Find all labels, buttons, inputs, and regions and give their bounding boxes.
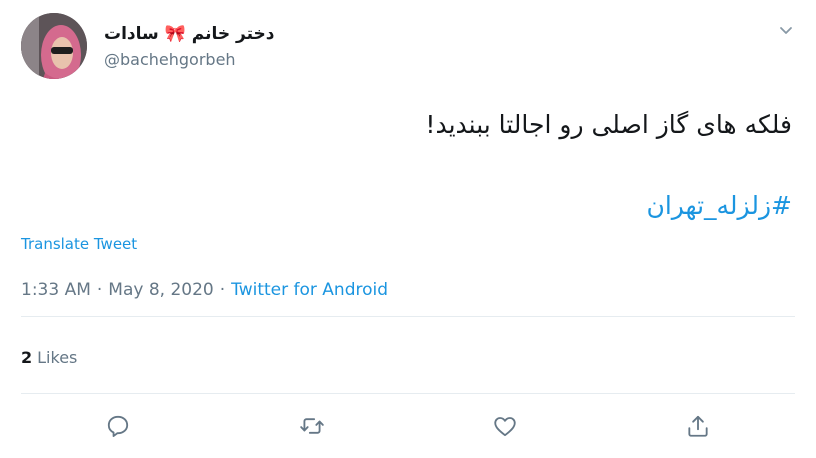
retweet-icon: [300, 418, 324, 434]
meta-separator: ·: [219, 280, 226, 300]
translate-tweet-link[interactable]: Translate Tweet: [21, 235, 137, 253]
reply-button[interactable]: [102, 410, 134, 442]
retweet-button[interactable]: [296, 410, 328, 442]
likes-stat[interactable]: 2 Likes: [21, 348, 77, 367]
tweet-text: فلکه های گاز اصلی رو اجالتا ببندید!: [425, 110, 792, 139]
meta-separator: ·: [96, 280, 103, 300]
divider: [21, 393, 795, 394]
avatar[interactable]: [21, 13, 87, 79]
divider: [21, 316, 795, 317]
share-button[interactable]: [682, 410, 714, 442]
heart-icon: [494, 417, 516, 437]
chevron-down-icon: [780, 27, 792, 34]
author-handle[interactable]: @bachehgorbeh: [104, 50, 236, 69]
author-display-name[interactable]: دختر خانم 🎀 سادات: [104, 24, 275, 44]
tweet-source-link[interactable]: Twitter for Android: [231, 280, 388, 300]
reply-icon: [107, 415, 129, 437]
hashtag-link[interactable]: #زلزله_تهران: [646, 186, 792, 226]
tweet-meta: 1:33 AM · May 8, 2020 · Twitter for Andr…: [21, 280, 388, 300]
tweet-time[interactable]: 1:33 AM: [21, 280, 91, 300]
likes-count: 2: [21, 348, 33, 367]
author-name-row[interactable]: دختر خانم 🎀 سادات: [104, 22, 275, 46]
likes-label: Likes: [37, 348, 78, 367]
more-options-button[interactable]: [774, 18, 798, 42]
tweet-date[interactable]: May 8, 2020: [108, 280, 213, 300]
like-button[interactable]: [489, 410, 521, 442]
avatar-image: [21, 13, 87, 79]
share-icon: [688, 415, 708, 437]
